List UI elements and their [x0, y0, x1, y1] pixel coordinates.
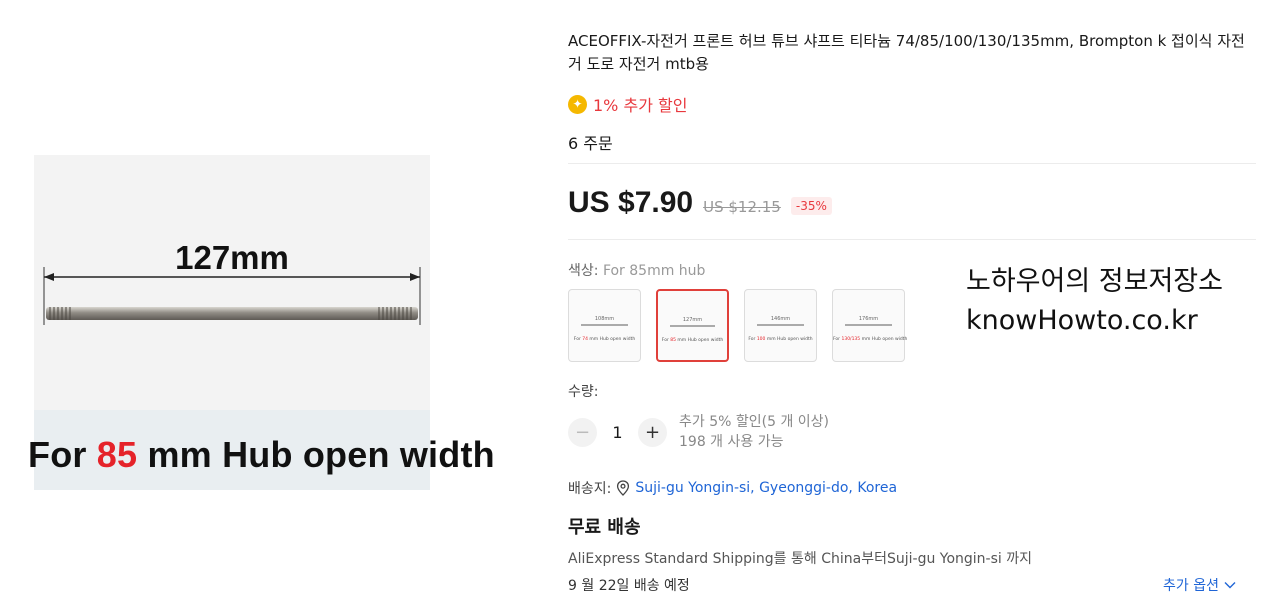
color-swatch-130mm[interactable]: 176mm For 130/135 mm Hub open width — [832, 289, 908, 362]
quantity-value[interactable]: 1 — [597, 423, 638, 442]
color-swatches: 108mm For 74 mm Hub open width 127mm For… — [568, 289, 908, 362]
delivery-date: 9 월 22일 배송 예정 — [568, 578, 690, 594]
swatch-dimension: 146mm — [770, 316, 791, 322]
extra-discount-text: 1% 추가 할인 — [593, 96, 688, 115]
location-pin-icon — [617, 480, 630, 496]
image-dimension-label: 127mm — [175, 239, 289, 276]
color-swatch-100mm[interactable]: 146mm For 100 mm Hub open width — [744, 289, 817, 362]
divider — [568, 163, 1256, 164]
bulk-discount-text: 추가 5% 할인(5 개 이상) — [679, 414, 830, 430]
swatch-caption: For 100 mm Hub open width — [748, 337, 813, 342]
ship-to-row: 배송지: Suji-gu Yongin-si, Gyeonggi-do, Kor… — [568, 478, 897, 498]
swatch-rod — [757, 324, 804, 326]
watermark-line1: 노하우어의 정보저장소 — [966, 266, 1223, 297]
quantity-info: 추가 5% 할인(5 개 이상) 198 개 사용 가능 — [679, 412, 829, 452]
free-shipping-title: 무료 배송 — [568, 517, 641, 538]
extra-discount-row: ✦ 1% 추가 할인 — [568, 92, 687, 116]
coin-icon: ✦ — [568, 94, 587, 114]
swatch-rod — [845, 324, 892, 326]
available-stock: 198 개 사용 가능 — [679, 434, 784, 450]
color-swatch-85mm[interactable]: 127mm For 85 mm Hub open width — [656, 289, 729, 362]
divider — [568, 239, 1256, 240]
swatch-rod — [670, 325, 715, 327]
ship-to-label: 배송지: — [568, 481, 612, 497]
swatch-dimension: 176mm — [858, 316, 879, 322]
order-count: 6 주문 — [568, 134, 613, 153]
color-swatch-74mm[interactable]: 108mm For 74 mm Hub open width — [568, 289, 641, 362]
discount-badge: -35% — [790, 197, 832, 215]
minus-icon[interactable]: − — [568, 418, 597, 447]
color-selected-value: For 85mm hub — [602, 263, 706, 279]
swatch-caption: For 130/135 mm Hub open width — [833, 337, 908, 342]
quantity-label: 수량: — [568, 384, 599, 400]
quantity-stepper: − 1 + — [568, 418, 667, 447]
plus-icon[interactable]: + — [638, 418, 667, 447]
swatch-rod — [581, 324, 628, 326]
more-options-label: 추가 옵션 — [1163, 578, 1219, 594]
chevron-down-icon — [1224, 582, 1236, 589]
shipping-description: AliExpress Standard Shipping를 통해 China부터… — [568, 551, 1033, 567]
color-label: 색상: For 85mm hub — [568, 263, 706, 279]
image-caption: For 85 mm Hub open width — [28, 434, 495, 475]
current-price: US $7.90 — [568, 186, 694, 219]
watermark-text: 노하우어의 정보저장소 knowHowto.co.kr — [966, 262, 1223, 340]
watermark-line2: knowHowto.co.kr — [966, 305, 1198, 336]
more-options-button[interactable]: 추가 옵션 — [1163, 575, 1236, 595]
price-row: US $7.90 US $12.15 -35% — [568, 186, 832, 220]
original-price: US $12.15 — [703, 198, 781, 216]
ship-to-location[interactable]: Suji-gu Yongin-si, Gyeonggi-do, Korea — [635, 480, 897, 496]
swatch-caption: For 85 mm Hub open width — [661, 338, 724, 343]
swatch-dimension: 127mm — [682, 317, 703, 323]
product-title: ACEOFFIX-자전거 프론트 허브 튜브 샤프트 티타늄 74/85/100… — [568, 32, 1245, 73]
swatch-caption: For 74 mm Hub open width — [573, 337, 636, 342]
swatch-dimension: 108mm — [594, 316, 615, 322]
